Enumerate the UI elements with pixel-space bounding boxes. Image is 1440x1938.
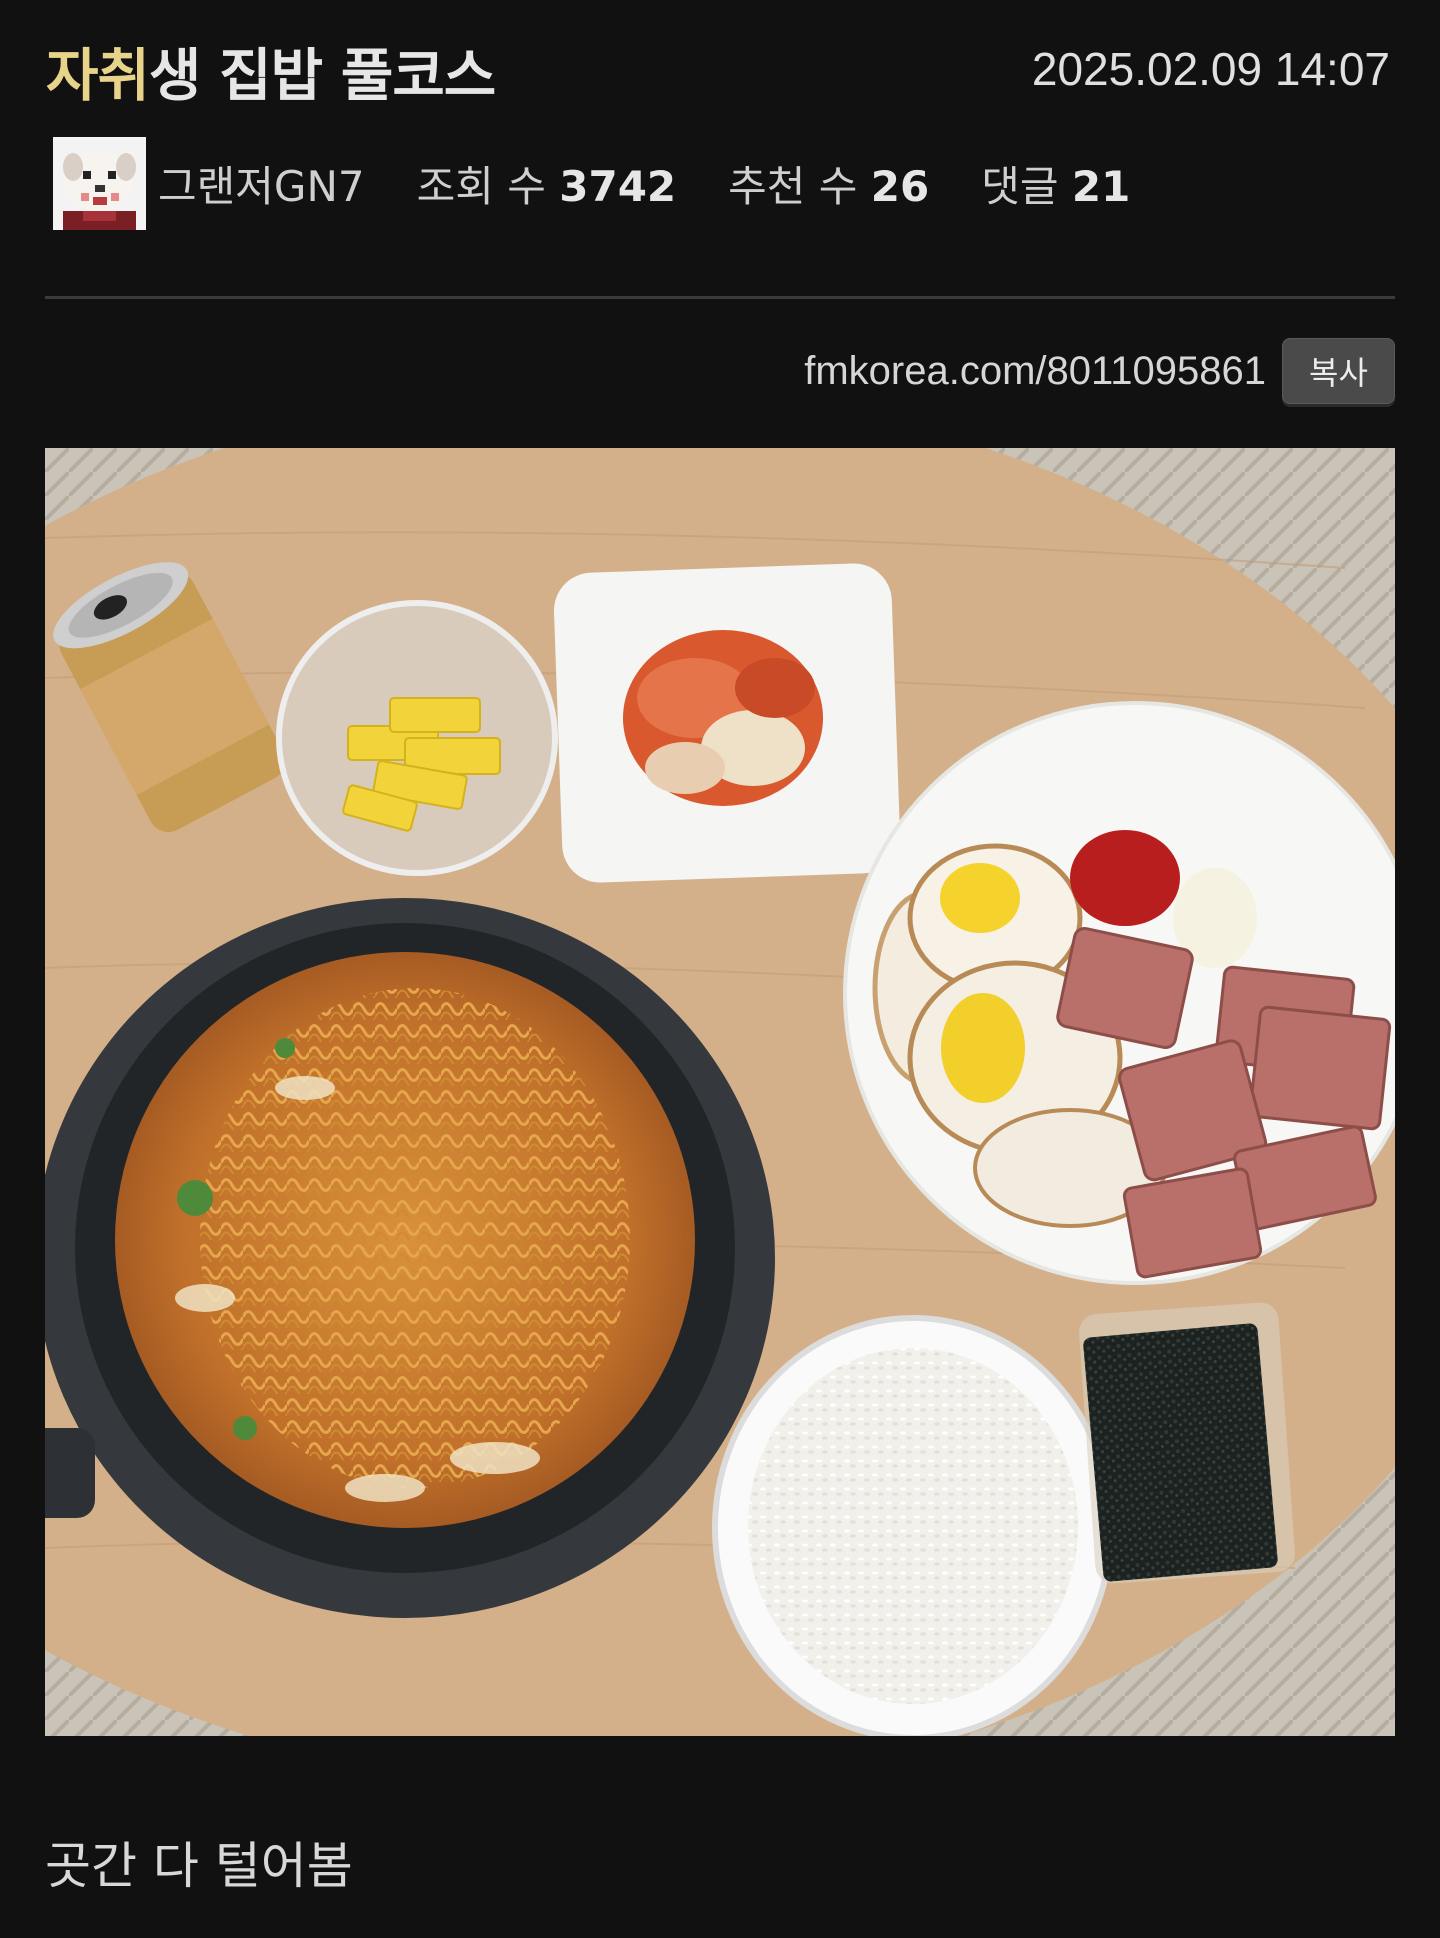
post-url[interactable]: fmkorea.com/8011095861 <box>804 349 1266 394</box>
meal-photo-image <box>45 448 1395 1736</box>
comment-count[interactable]: 댓글 21 <box>981 153 1130 214</box>
author-name[interactable]: 그랜저GN7 <box>158 153 365 214</box>
header-divider <box>45 296 1395 299</box>
post-meta: 그랜저GN7 조회 수 3742 추천 수 26 댓글 21 <box>53 136 1153 230</box>
post-header: 자취생 집밥 풀코스 2025.02.09 14:07 <box>46 30 1390 109</box>
view-count-label: 조회 수 <box>416 161 546 211</box>
avatar[interactable] <box>53 136 146 230</box>
comment-count-label: 댓글 <box>981 161 1059 211</box>
post-link-row: fmkorea.com/8011095861 복사 <box>804 338 1395 404</box>
recommend-count: 추천 수 26 <box>728 153 929 214</box>
view-count-value: 3742 <box>559 161 677 211</box>
view-count: 조회 수 3742 <box>417 153 677 214</box>
comment-count-value: 21 <box>1071 161 1131 211</box>
post-body: 곳간 다 털어봄 <box>45 1837 353 1895</box>
post-title-highlight: 자취 <box>46 43 150 109</box>
recommend-count-value: 26 <box>870 161 930 211</box>
recommend-count-label: 추천 수 <box>728 161 858 211</box>
post-title: 자취생 집밥 풀코스 <box>46 30 496 112</box>
avatar-dog-icon <box>53 136 146 230</box>
copy-url-button[interactable]: 복사 <box>1282 338 1395 404</box>
post-title-rest: 생 집밥 풀코스 <box>148 43 496 109</box>
post-date: 2025.02.09 14:07 <box>1031 43 1390 95</box>
post-photo[interactable] <box>45 448 1395 1736</box>
